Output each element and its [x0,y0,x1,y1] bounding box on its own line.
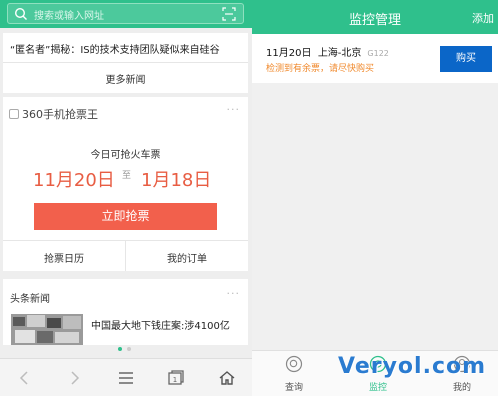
ticket-calendar-link[interactable]: 抢票日历 [3,250,125,265]
to-date: 1月18日 [141,170,212,191]
menu-icon[interactable] [115,367,137,389]
page-dot [118,347,122,351]
headlines-title: 头条新闻 [10,294,50,305]
date-range: 11月20日 至 1月18日 [3,166,248,192]
tab-search[interactable]: 查询 [269,355,319,393]
monitor-route: 上海-北京 [317,48,362,59]
to-word: 至 [122,171,132,181]
headline-item[interactable]: 中国最大地下钱庄案:涉4100亿 [91,317,230,332]
search-placeholder: 搜索或输入网址 [34,11,104,22]
news-headline[interactable]: “匿名者”揭秘：IS的技术支持团队疑似来自硅谷 [10,41,220,56]
more-options-icon[interactable]: ··· [227,287,241,300]
search-icon [285,355,303,373]
headlines-card: 头条新闻 ··· 中国最大地下钱庄案:涉4100亿 [3,279,248,345]
ticket-card: 360手机抢票王 ··· 今日可抢火车票 11月20日 至 1月18日 立即抢票… [3,97,248,271]
news-card: “匿名者”揭秘：IS的技术支持团队疑似来自硅谷 更多新闻 [3,33,248,93]
page-indicator [116,347,136,353]
more-news-link[interactable]: 更多新闻 [3,71,248,86]
buy-button[interactable]: 购买 [440,46,492,72]
forward-icon[interactable] [63,367,85,389]
more-options-icon[interactable]: ··· [227,103,241,116]
browser-screen: 搜索或输入网址 “匿名者”揭秘：IS的技术支持团队疑似来自硅谷 更多新闻 360… [0,0,252,396]
ticket-subtitle: 今日可抢火车票 [90,150,161,161]
monitor-date: 11月20日 [266,48,312,59]
monitor-item[interactable]: 11月20日 上海-北京 G122 检测到有余票，请尽快购买 购买 [252,34,498,83]
tab-label: 查询 [284,383,303,393]
my-orders-link[interactable]: 我的订单 [126,250,248,265]
home-icon[interactable] [216,367,238,389]
tab-label: 我的 [452,383,471,393]
app-icon [9,109,19,119]
scan-icon[interactable] [222,7,236,21]
browser-toolbar: 1 [0,358,252,396]
search-bar: 搜索或输入网址 [0,0,252,28]
ticket-card-header: 360手机抢票王 [9,106,98,122]
monitor-header: 监控管理 添加 [252,0,498,34]
search-icon [14,7,27,20]
from-date: 11月20日 [33,170,115,191]
grab-ticket-button[interactable]: 立即抢票 [34,203,217,230]
monitor-item-info: 11月20日 上海-北京 G122 [266,44,389,59]
add-button[interactable]: 添加 [472,10,494,26]
monitor-status: 检测到有余票，请尽快购买 [266,64,375,74]
news-thumbnail[interactable] [11,314,83,345]
train-number: G122 [367,49,389,58]
tab-label: 监控 [368,383,387,393]
page-dot [127,347,131,351]
ticket-card-title: 360手机抢票王 [22,108,98,121]
watermark: Veryol.com [338,354,487,379]
search-input[interactable]: 搜索或输入网址 [7,3,244,24]
monitor-screen: 监控管理 添加 11月20日 上海-北京 G122 检测到有余票，请尽快购买 购买… [252,0,498,396]
page-title: 监控管理 [348,13,401,28]
divider [3,62,248,63]
svg-text:1: 1 [173,376,177,384]
tabs-icon[interactable]: 1 [165,367,187,389]
back-icon[interactable] [14,367,36,389]
